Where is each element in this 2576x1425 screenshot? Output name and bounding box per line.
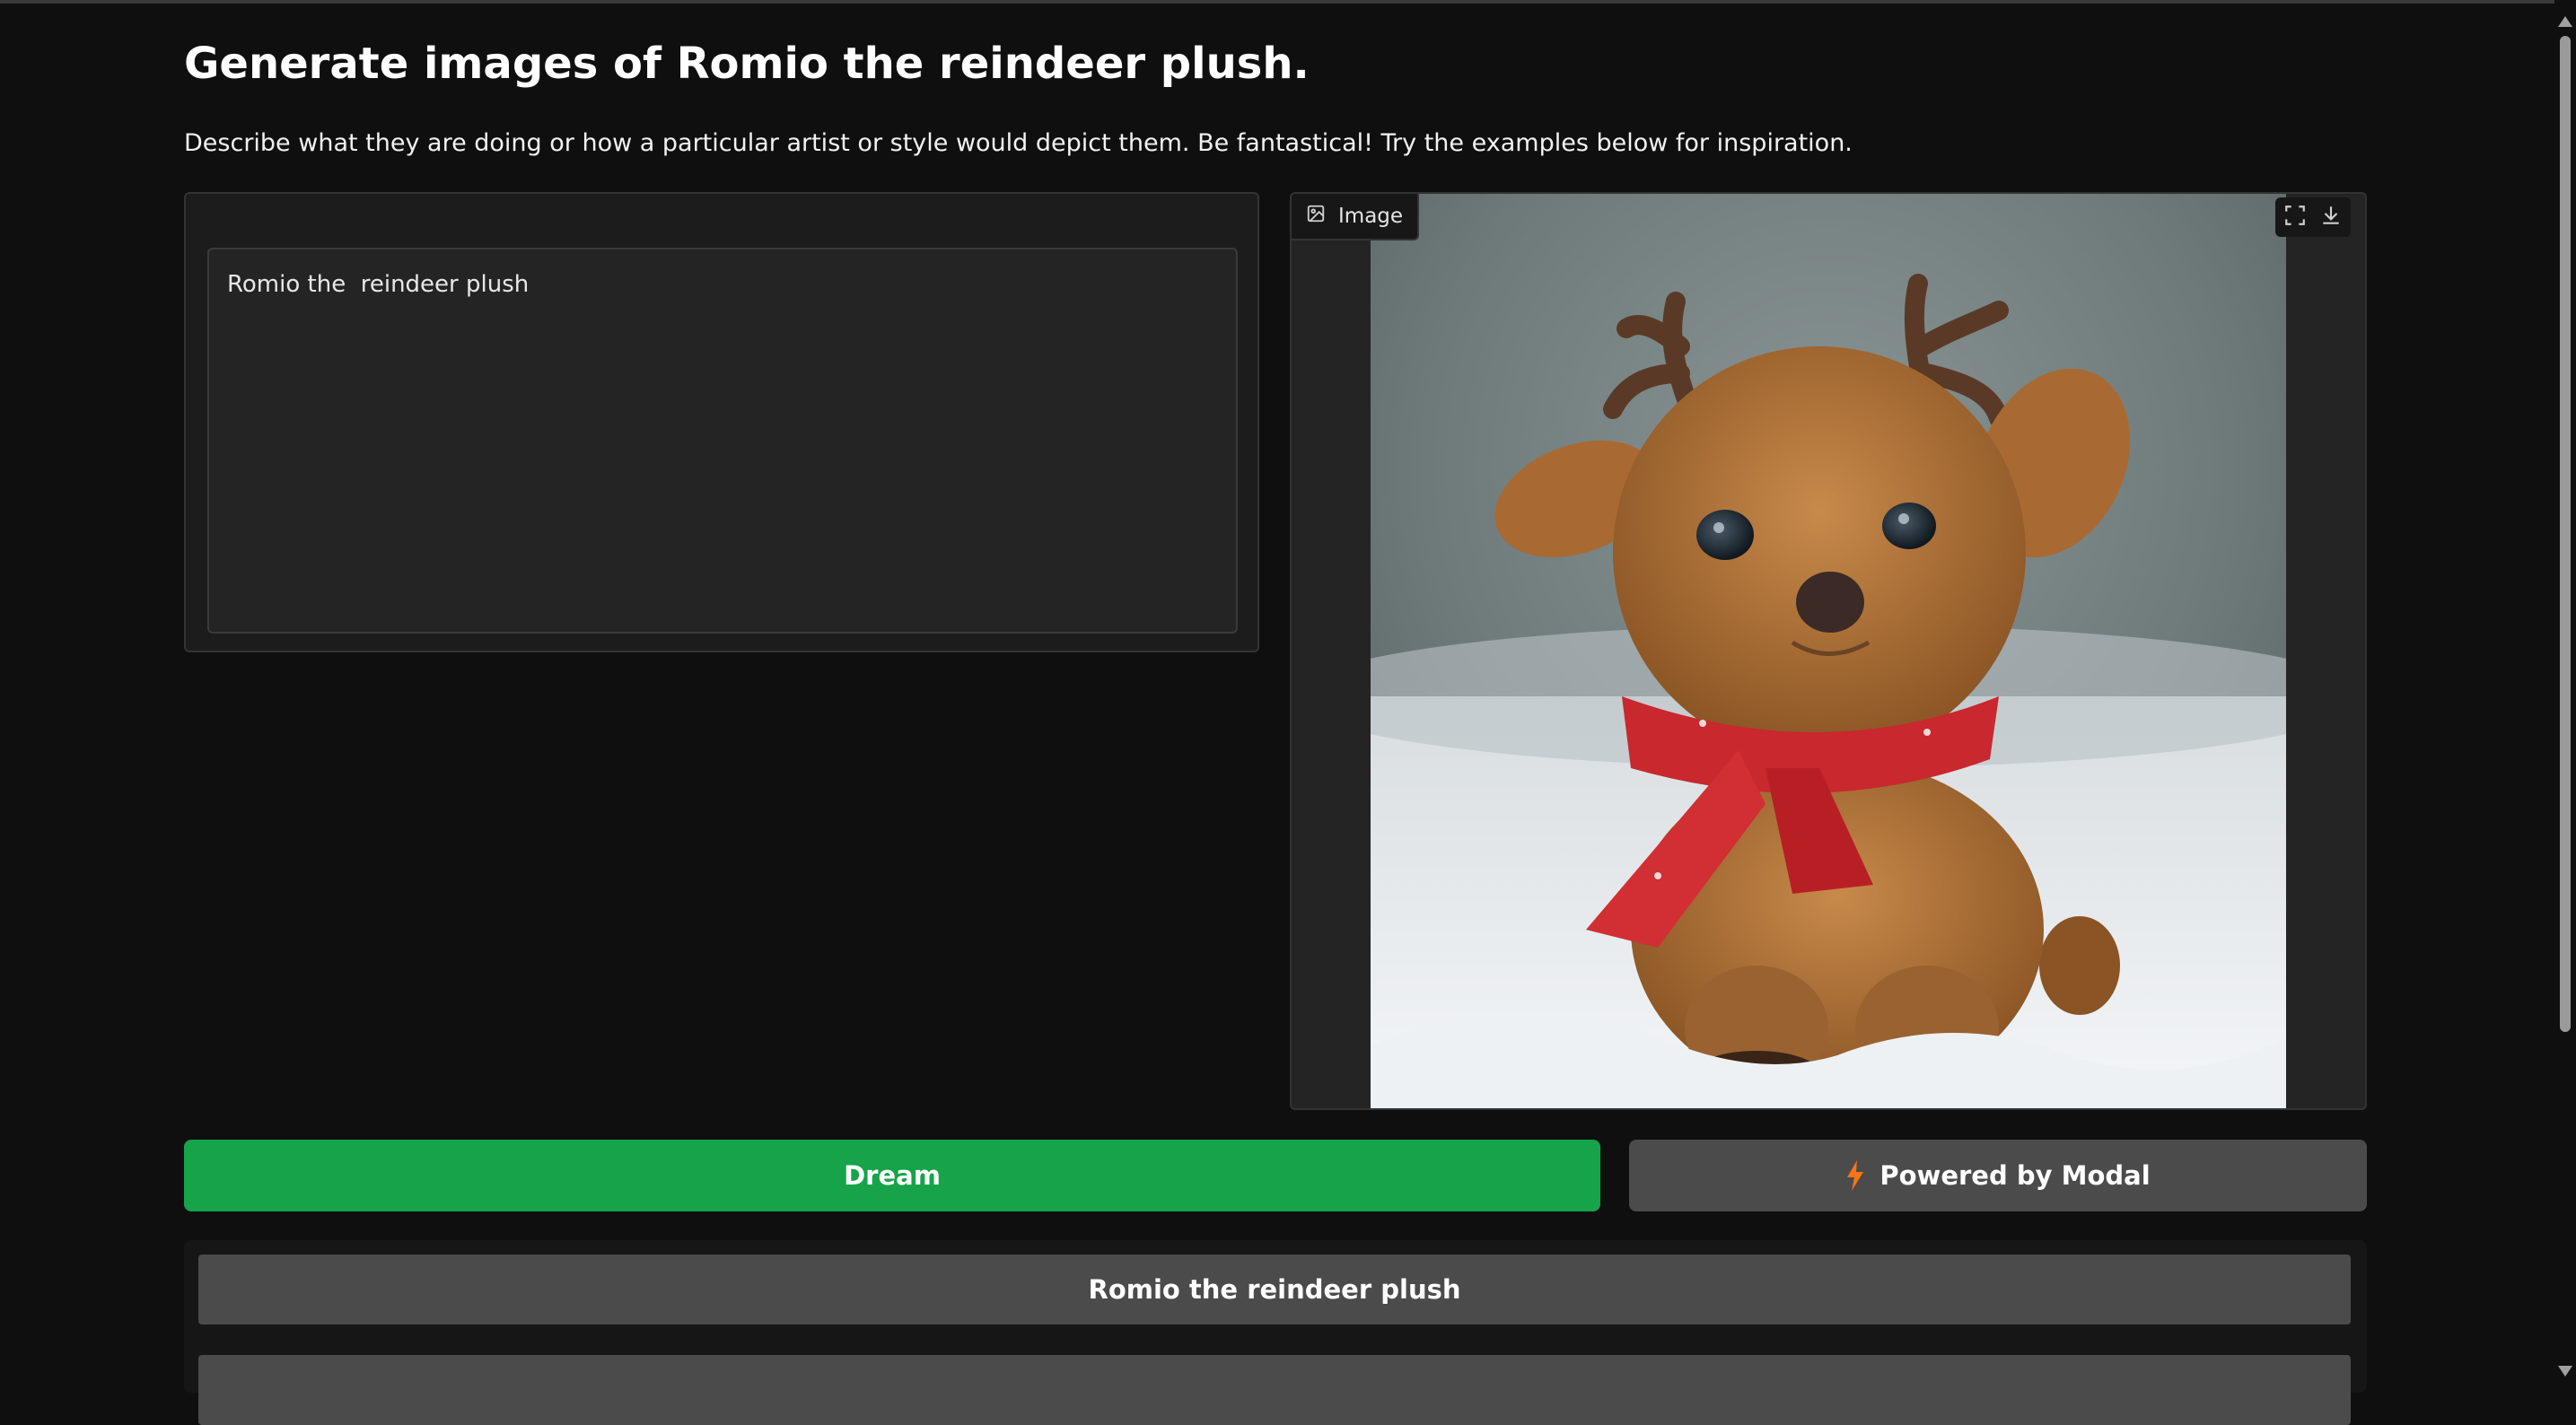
page-scrollbar[interactable] — [2554, 0, 2576, 1382]
fullscreen-button[interactable] — [2279, 201, 2311, 233]
powered-by-modal-label: Powered by Modal — [1879, 1160, 2151, 1191]
scroll-down-arrow-icon[interactable] — [2558, 1366, 2572, 1377]
image-icon — [1306, 204, 1326, 229]
powered-by-modal-button[interactable]: Powered by Modal — [1629, 1140, 2367, 1211]
dream-button[interactable]: Dream — [184, 1140, 1600, 1211]
page-title: Generate images of Romio the reindeer pl… — [184, 39, 1310, 89]
lightning-bolt-icon — [1845, 1160, 1865, 1191]
scrollbar-thumb[interactable] — [2560, 36, 2571, 1032]
top-border — [0, 0, 2576, 4]
download-icon — [2319, 204, 2343, 231]
example-item[interactable] — [198, 1355, 2351, 1425]
image-toolbar — [2275, 197, 2351, 237]
image-label-badge: Image — [1292, 194, 1420, 240]
prompt-panel: Romio the reindeer plush — [184, 192, 1259, 652]
example-item[interactable]: Romio the reindeer plush — [198, 1255, 2351, 1324]
image-output-panel: Image — [1290, 192, 2367, 1110]
fullscreen-icon — [2283, 204, 2307, 231]
page-description: Describe what they are doing or how a pa… — [184, 129, 1853, 157]
generated-image — [1371, 194, 2286, 1108]
scroll-up-arrow-icon[interactable] — [2558, 16, 2572, 27]
prompt-input[interactable]: Romio the reindeer plush — [207, 248, 1238, 634]
download-button[interactable] — [2315, 201, 2347, 233]
examples-list: Romio the reindeer plush — [184, 1240, 2367, 1425]
image-label-text: Image — [1338, 205, 1404, 228]
